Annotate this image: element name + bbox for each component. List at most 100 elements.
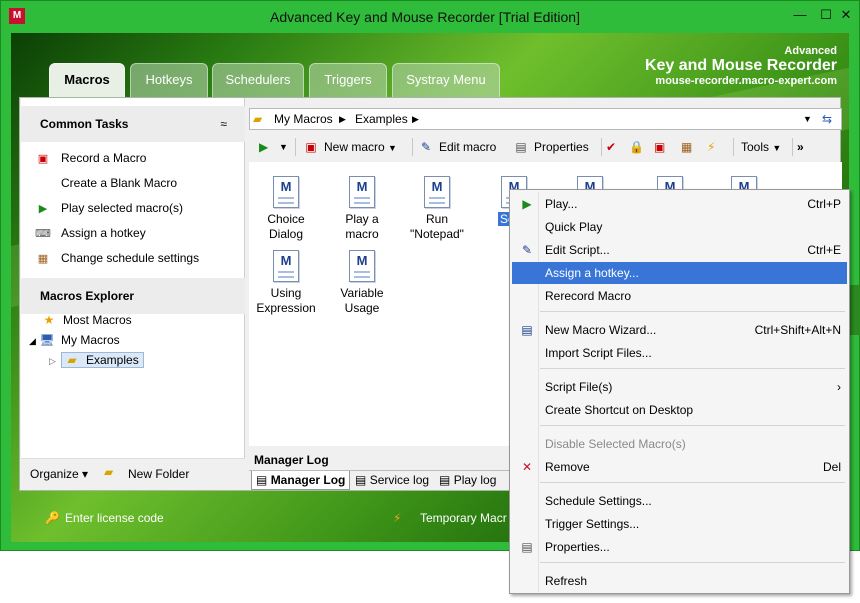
play-dropdown-icon[interactable]: ▼ (279, 134, 288, 160)
task-label: Change schedule settings (61, 251, 200, 265)
collapse-arrow-icon[interactable]: ▷ (49, 351, 61, 371)
submenu-arrow-icon: › (837, 380, 841, 394)
menu-item-label: Schedule Settings... (545, 494, 652, 508)
address-dropdown-icon[interactable]: ▼ (803, 109, 812, 129)
menu-item-label: Rerecord Macro (545, 289, 632, 303)
menu-item-quick-play[interactable]: Quick Play (512, 216, 847, 238)
menu-item-assign-hotkey[interactable]: Assign a hotkey... (512, 262, 847, 284)
menu-item-trigger-settings[interactable]: Trigger Settings... (512, 513, 847, 535)
temporary-macro-status[interactable]: Temporary Macr (420, 503, 507, 533)
play-button[interactable]: ▶ (259, 134, 268, 160)
common-tasks-header[interactable]: Common Tasks ≈ (21, 106, 245, 142)
new-macro-button[interactable]: ▣ New macro ▼ (303, 134, 397, 160)
menu-item-play[interactable]: ▶ Play... Ctrl+P (512, 193, 847, 215)
menu-item-create-shortcut[interactable]: Create Shortcut on Desktop (512, 399, 847, 421)
record-icon[interactable]: ▣ (654, 134, 665, 160)
macros-explorer-header: Macros Explorer (21, 278, 245, 314)
properties-label: Properties (534, 140, 589, 154)
close-button[interactable]: ✕ (833, 5, 859, 25)
menu-item-properties[interactable]: ▤ Properties... (512, 536, 847, 558)
star-icon: ★ (43, 313, 55, 327)
macro-file-run-notepad[interactable]: M Run "Notepad" (404, 176, 470, 242)
checklist-icon[interactable]: ✔ (606, 134, 616, 160)
schedule-icon[interactable]: ▦ (681, 134, 692, 160)
edit-macro-button[interactable]: ✎ Edit macro (418, 134, 496, 160)
tab-manager-log[interactable]: ▤ Manager Log (251, 471, 351, 490)
macro-file-play-a-macro[interactable]: M Play a macro (329, 176, 395, 242)
menu-item-schedule-settings[interactable]: Schedule Settings... (512, 490, 847, 512)
toolbar-separator (733, 138, 734, 156)
tab-schedulers[interactable]: Schedulers (212, 63, 304, 97)
left-bottom-bar: Organize ▾ ▰ New Folder (21, 458, 245, 490)
menu-item-remove[interactable]: ✕ Remove Del (512, 456, 847, 478)
task-label: Play selected macro(s) (61, 201, 184, 215)
enter-license-link[interactable]: Enter license code (65, 503, 164, 533)
menu-item-edit-script[interactable]: ✎ Edit Script... Ctrl+E (512, 239, 847, 261)
menu-item-label: Remove (545, 460, 590, 474)
left-pane: Common Tasks ≈ ▣ Record a Macro Create a … (21, 98, 245, 490)
properties-icon: ▤ (521, 540, 533, 554)
toolbar: ▶ ▼ ▣ New macro ▼ ✎ Edit macro ▤ Properties… (249, 134, 842, 160)
task-assign-hotkey[interactable]: ⌨ Assign a hotkey (35, 223, 146, 243)
organize-button[interactable]: Organize ▾ (30, 467, 88, 481)
refresh-icon[interactable]: ⇆ (822, 109, 832, 129)
menu-item-label: Create Shortcut on Desktop (545, 403, 694, 417)
task-change-schedule[interactable]: ▦ Change schedule settings (35, 248, 199, 268)
menu-item-new-macro-wizard[interactable]: ▤ New Macro Wizard... Ctrl+Shift+Alt+N (512, 319, 847, 341)
tab-play-log[interactable]: ▤ Play log (435, 471, 500, 490)
menu-separator (540, 562, 845, 563)
organize-label: Organize (30, 467, 79, 481)
log-icon: ▤ (256, 473, 268, 487)
tools-menu-button[interactable]: Tools ▼ (741, 134, 781, 160)
task-label: Record a Macro (61, 151, 147, 165)
breadcrumb-arrow-icon[interactable]: ▶ (339, 109, 346, 129)
task-label: Create a Blank Macro (61, 176, 178, 190)
task-record-macro[interactable]: ▣ Record a Macro (35, 148, 147, 168)
menu-item-label: Edit Script... (545, 243, 610, 257)
schedule-icon: ▦ (37, 252, 49, 265)
breadcrumb-my-macros[interactable]: My Macros (274, 109, 333, 129)
minimize-button[interactable]: — (787, 5, 813, 25)
properties-button[interactable]: ▤ Properties (513, 134, 589, 160)
dropdown-arrow-icon: ▼ (772, 143, 782, 153)
macro-file-icon: M (349, 250, 375, 282)
menu-item-label: Quick Play (545, 220, 603, 234)
menu-separator (540, 368, 845, 369)
menu-item-refresh[interactable]: Refresh (512, 570, 847, 592)
lock-icon[interactable]: 🔒 (629, 134, 644, 160)
breadcrumb-examples[interactable]: Examples (355, 109, 408, 129)
expand-arrow-icon[interactable]: ◢ (29, 331, 39, 351)
tab-hotkeys[interactable]: Hotkeys (130, 63, 208, 97)
tree-examples[interactable]: ▷ ▰ Examples (49, 350, 144, 370)
file-name-line1: Using (270, 286, 302, 300)
menu-item-import-scripts[interactable]: Import Script Files... (512, 342, 847, 364)
tab-triggers[interactable]: Triggers (309, 63, 387, 97)
new-folder-button[interactable]: New Folder (128, 467, 189, 481)
tab-systray-menu[interactable]: Systray Menu (392, 63, 500, 97)
task-create-blank-macro[interactable]: Create a Blank Macro (35, 173, 177, 193)
brand-logo: Advanced Key and Mouse Recorder mouse-re… (645, 45, 837, 87)
menu-item-label: New Macro Wizard... (545, 323, 657, 337)
tab-label: Service log (369, 473, 430, 487)
log-icon: ▤ (355, 473, 367, 487)
breadcrumb-arrow-icon[interactable]: ▶ (412, 109, 419, 129)
macro-file-choice-dialog[interactable]: M Choice Dialog (253, 176, 319, 242)
task-play-selected[interactable]: ▶ Play selected macro(s) (35, 198, 183, 218)
tab-macros[interactable]: Macros (49, 63, 125, 99)
menu-item-rerecord[interactable]: Rerecord Macro (512, 285, 847, 307)
brand-url: mouse-recorder.macro-expert.com (655, 75, 837, 87)
collapse-icon[interactable]: ≈ (220, 106, 227, 142)
macro-file-variable-usage[interactable]: M Variable Usage (329, 250, 395, 316)
menu-item-label: Properties... (545, 540, 610, 554)
address-bar[interactable]: ▰ My Macros ▶ Examples ▶ ▼ ⇆ (249, 108, 842, 130)
tree-most-macros[interactable]: ★ Most Macros (41, 310, 132, 330)
file-name-line2: macro (345, 227, 379, 241)
trigger-icon[interactable]: ⚡ (707, 134, 715, 160)
more-tools-button[interactable]: » (797, 134, 804, 160)
window-title: Advanced Key and Mouse Recorder [Trial E… (270, 9, 580, 25)
tree-my-macros[interactable]: ◢ 🖥 My Macros (29, 330, 120, 350)
tab-service-log[interactable]: ▤ Service log (351, 471, 433, 490)
macro-file-using-expression[interactable]: M Using Expression (253, 250, 319, 316)
menu-item-script-files[interactable]: Script File(s) › (512, 376, 847, 398)
properties-icon: ▤ (515, 140, 527, 154)
